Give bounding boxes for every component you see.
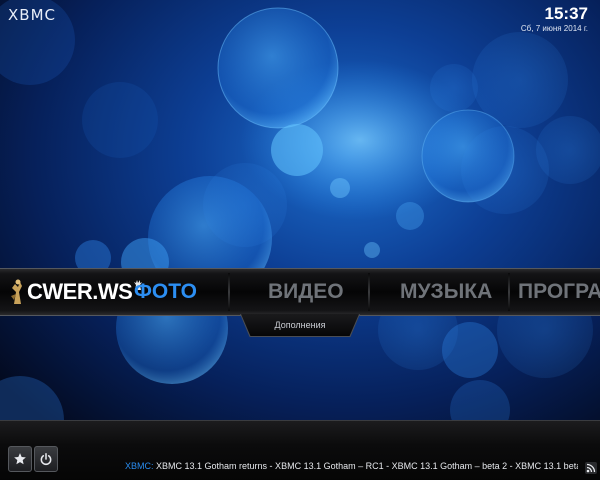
power-button[interactable] [34, 446, 58, 472]
cwer-logo: CWER.WS [8, 277, 143, 307]
rss-ticker[interactable]: XBMC: XBMC 13.1 Gotham returns - XBMC 13… [125, 460, 578, 472]
clock-date: Сб, 7 июня 2014 г. [520, 24, 588, 33]
favourites-button[interactable] [8, 446, 32, 472]
power-icon [40, 452, 52, 466]
clock: 15:37 Сб, 7 июня 2014 г. [521, 4, 588, 34]
cwer-figure-icon [11, 279, 22, 304]
clock-time: 15:37 [544, 4, 588, 23]
cwer-brand-text: CWER.WS [27, 279, 133, 304]
menu-item-programs[interactable]: ПРОГРА [518, 269, 600, 315]
menu-separator [368, 273, 370, 311]
menu-item-photo[interactable]: ФОТО [134, 269, 197, 315]
menu-separator [228, 273, 230, 311]
menu-item-video[interactable]: ВИДЕО [268, 269, 344, 315]
rss-icon [585, 461, 597, 474]
main-menu-bar: CWER.WS ФОТО ВИДЕО МУЗЫКА ПРОГРА [0, 268, 600, 316]
submenu-item-addons[interactable]: Дополнения [241, 314, 359, 336]
star-icon [14, 453, 26, 465]
xbmc-logo: XBMC [8, 6, 56, 24]
background-wallpaper [0, 0, 600, 480]
rss-source: XBMC: [125, 461, 154, 471]
xbmc-home-screen: XBMC 15:37 Сб, 7 июня 2014 г. CWER.WS ФО… [0, 0, 600, 480]
rss-headlines: XBMC 13.1 Gotham returns - XBMC 13.1 Got… [156, 461, 578, 471]
menu-separator [508, 273, 510, 311]
menu-item-music[interactable]: МУЗЫКА [400, 269, 492, 315]
